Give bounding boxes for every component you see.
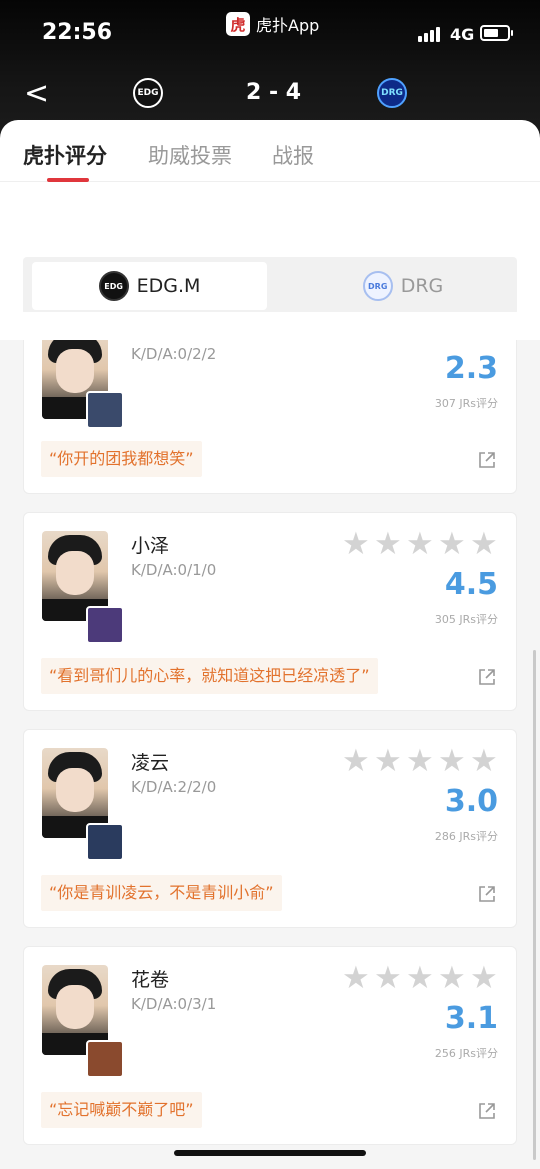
share-icon[interactable]	[478, 451, 496, 469]
panel-mask	[0, 312, 540, 340]
player-kda: K/D/A:0/2/2	[131, 345, 217, 363]
app-indicator: 虎 虎扑App	[226, 12, 319, 36]
star-rating[interactable]: ★ ★ ★ ★ ★	[342, 963, 498, 994]
share-icon[interactable]	[478, 1102, 496, 1120]
rating-count: 256 JRs评分	[434, 1047, 498, 1060]
rating-count: 286 JRs评分	[434, 830, 498, 843]
player-rating: 2.3	[444, 351, 498, 386]
share-icon[interactable]	[478, 885, 496, 903]
tab-active-indicator	[47, 178, 89, 182]
star-icon[interactable]: ★	[438, 746, 466, 777]
player-quote: “忘记喊巅不巅了吧”	[41, 1092, 202, 1128]
star-icon[interactable]: ★	[374, 746, 402, 777]
hero-icon	[86, 1040, 124, 1078]
hupu-app-icon: 虎	[226, 12, 250, 36]
player-rating: 3.0	[444, 784, 498, 819]
star-icon[interactable]: ★	[406, 963, 434, 994]
star-icon[interactable]: ★	[438, 529, 466, 560]
team-switch: EDG EDG.M DRG DRG	[23, 257, 517, 315]
player-name: 凌云	[131, 752, 170, 774]
player-quote: “你是青训凌云，不是青训小俞”	[41, 875, 282, 911]
star-icon[interactable]: ★	[470, 529, 498, 560]
back-button[interactable]: <	[24, 76, 49, 111]
team-option-drg[interactable]: DRG DRG	[293, 262, 513, 310]
player-name: 小泽	[131, 535, 170, 557]
rating-count: 307 JRs评分	[434, 397, 498, 410]
star-icon[interactable]: ★	[438, 963, 466, 994]
player-quote: “你开的团我都想笑”	[41, 441, 202, 477]
star-icon[interactable]: ★	[406, 746, 434, 777]
drg-logo-icon: DRG	[362, 271, 393, 301]
player-kda: K/D/A:0/3/1	[131, 995, 217, 1013]
network-type: 4G	[450, 25, 475, 44]
status-bar: 22:56 虎 虎扑App 4G	[0, 0, 540, 60]
status-time: 22:56	[42, 20, 113, 45]
player-name: 花卷	[131, 969, 170, 991]
tab-report[interactable]: 战报	[272, 140, 314, 170]
team-option-edg[interactable]: EDG EDG.M	[32, 262, 267, 310]
star-rating[interactable]: ★ ★ ★ ★ ★	[342, 529, 498, 560]
star-icon[interactable]: ★	[342, 529, 370, 560]
star-icon[interactable]: ★	[374, 529, 402, 560]
star-icon[interactable]: ★	[374, 963, 402, 994]
scrollbar[interactable]	[533, 650, 536, 1160]
content-panel: 虎扑评分 助威投票 战报 EDG EDG.M DRG DRG	[0, 120, 540, 340]
player-kda: K/D/A:0/1/0	[131, 561, 217, 579]
tab-bar: 虎扑评分 助威投票 战报	[0, 120, 540, 182]
app-name: 虎扑App	[256, 16, 320, 35]
tab-rating[interactable]: 虎扑评分	[23, 140, 107, 170]
star-icon[interactable]: ★	[470, 746, 498, 777]
hero-icon	[86, 606, 124, 644]
header: 22:56 虎 虎扑App 4G < EDG 2 - 4 DRG	[0, 0, 540, 140]
player-kda: K/D/A:2/2/0	[131, 778, 217, 796]
player-rating: 4.5	[444, 567, 498, 602]
battery-icon	[480, 25, 513, 41]
hero-icon	[86, 823, 124, 861]
player-card[interactable]: 花卷 K/D/A:0/3/1 ★ ★ ★ ★ ★ 3.1 256 JRs评分 “忘记喊巅…	[23, 946, 517, 1145]
player-card[interactable]: 凌云 K/D/A:2/2/0 ★ ★ ★ ★ ★ 3.0 286 JRs评分 “你是青训…	[23, 729, 517, 928]
home-indicator[interactable]	[174, 1150, 366, 1156]
star-icon[interactable]: ★	[342, 963, 370, 994]
team-name: DRG	[400, 275, 444, 297]
star-icon[interactable]: ★	[342, 746, 370, 777]
signal-icon	[418, 27, 440, 42]
rating-count: 305 JRs评分	[434, 613, 498, 626]
tab-vote[interactable]: 助威投票	[148, 140, 232, 170]
star-rating[interactable]: ★ ★ ★ ★ ★	[342, 746, 498, 777]
star-icon[interactable]: ★	[470, 963, 498, 994]
player-quote: “看到哥们儿的心率，就知道这把已经凉透了”	[41, 658, 378, 694]
match-score: 2 - 4	[246, 80, 302, 105]
team-name: EDG.M	[136, 275, 201, 297]
edg-logo-icon: EDG	[98, 271, 129, 301]
player-rating: 3.1	[444, 1001, 498, 1036]
share-icon[interactable]	[478, 668, 496, 686]
star-icon[interactable]: ★	[406, 529, 434, 560]
hero-icon	[86, 391, 124, 429]
home-team-logo: EDG	[133, 78, 163, 108]
player-card[interactable]: K/D/A:0/2/2 2.3 307 JRs评分 “你开的团我都想笑”	[23, 320, 517, 494]
player-card[interactable]: 小泽 K/D/A:0/1/0 ★ ★ ★ ★ ★ 4.5 305 JRs评分 “看到哥们…	[23, 512, 517, 711]
away-team-logo: DRG	[377, 78, 407, 108]
